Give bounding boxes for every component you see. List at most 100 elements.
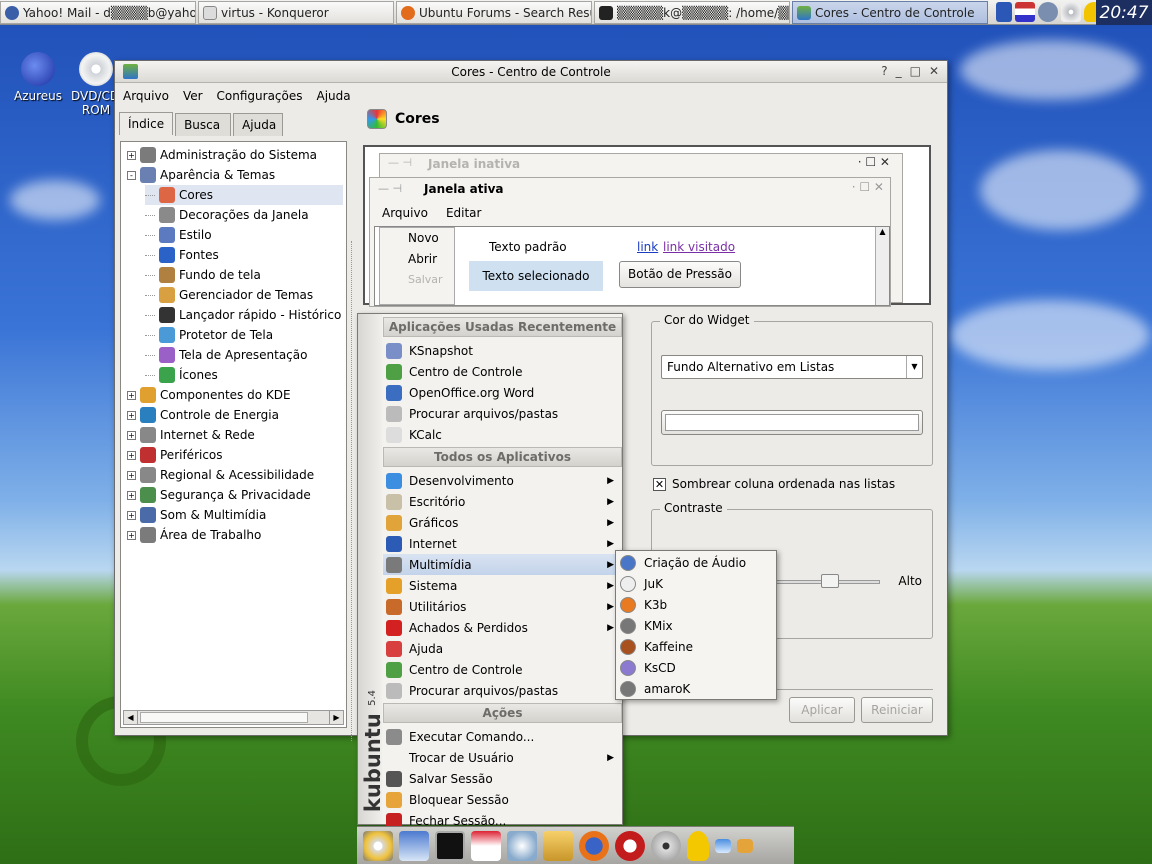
submenu-item[interactable]: amaroK xyxy=(616,678,776,699)
collapse-icon[interactable]: - xyxy=(127,170,136,180)
clock[interactable]: 20:47 xyxy=(1096,0,1152,25)
expand-icon[interactable]: + xyxy=(127,390,136,400)
tab-busca[interactable]: Busca xyxy=(175,113,232,136)
menu-item[interactable]: OpenOffice.org Word xyxy=(383,382,622,403)
tree-item[interactable]: + Internet & Rede xyxy=(127,425,343,445)
terminal-icon[interactable] xyxy=(435,830,465,861)
menu-configuracoes[interactable]: Configurações xyxy=(217,89,303,103)
submenu-item[interactable]: KsCD xyxy=(616,657,776,678)
user-icon[interactable] xyxy=(687,830,709,861)
minimize-button[interactable]: _ xyxy=(896,64,902,78)
task-terminal[interactable]: ▒▒▒▒▒k@▒▒▒▒▒: /home/▒▒▒▒▒ - S xyxy=(594,1,790,24)
help-button[interactable]: ? xyxy=(881,64,887,78)
expand-icon[interactable]: + xyxy=(127,530,136,540)
tree-item[interactable]: + Som & Multimídia xyxy=(127,505,343,525)
color-preview[interactable]: — ⊣ Janela inativa · ☐ ✕ — ⊣ Janela ativ… xyxy=(363,145,931,307)
window-icon[interactable] xyxy=(715,838,731,853)
shade-sorted-column-checkbox[interactable]: ✕ Sombrear coluna ordenada nas listas xyxy=(653,477,895,491)
vertical-scrollbar[interactable]: ▲ xyxy=(875,227,889,305)
slider-handle[interactable] xyxy=(821,574,839,588)
desktop-icon-azureus[interactable]: Azureus xyxy=(8,52,68,103)
menu-item[interactable]: Achados & Perdidos ▶ xyxy=(383,617,622,638)
widget-color-select[interactable]: Fundo Alternativo em Listas ▼ xyxy=(661,355,923,379)
horizontal-scrollbar[interactable]: ◀ ▶ xyxy=(123,710,344,725)
tree-item[interactable]: + Componentes do KDE xyxy=(127,385,343,405)
tree-item[interactable]: Tela de Apresentação xyxy=(145,345,343,365)
scroll-up-arrow[interactable]: ▲ xyxy=(876,227,889,236)
submenu-item[interactable]: K3b xyxy=(616,594,776,615)
menu-arquivo[interactable]: Arquivo xyxy=(123,89,169,103)
cd-icon[interactable] xyxy=(1061,2,1081,22)
tree-item[interactable]: Estilo xyxy=(145,225,343,245)
task-ubuntu-forums[interactable]: Ubuntu Forums - Search Results xyxy=(396,1,592,24)
menu-ver[interactable]: Ver xyxy=(183,89,203,103)
expand-icon[interactable]: + xyxy=(127,450,136,460)
task-yahoo-mail[interactable]: Yahoo! Mail - d▒▒▒▒b@yahoo.c xyxy=(0,1,196,24)
expand-icon[interactable]: + xyxy=(127,430,136,440)
expand-icon[interactable]: + xyxy=(127,470,136,480)
menu-item[interactable]: Ajuda xyxy=(383,638,622,659)
tree-item[interactable]: + Periféricos xyxy=(127,445,343,465)
expand-icon[interactable]: + xyxy=(127,510,136,520)
expand-icon[interactable]: + xyxy=(127,150,136,160)
submenu-item[interactable]: Criação de Áudio xyxy=(616,552,776,573)
tree-item[interactable]: Decorações da Janela xyxy=(145,205,343,225)
scroll-left-arrow[interactable]: ◀ xyxy=(124,711,138,724)
opera-icon[interactable] xyxy=(615,830,645,861)
menu-item[interactable]: Executar Comando... xyxy=(383,726,622,747)
flag-icon[interactable] xyxy=(1015,2,1035,22)
menu-ajuda[interactable]: Ajuda xyxy=(317,89,351,103)
color-swatch-button[interactable] xyxy=(661,410,923,435)
media-icon[interactable] xyxy=(507,830,537,861)
tree-item[interactable]: Ícones xyxy=(145,365,343,385)
expand-icon[interactable]: + xyxy=(127,490,136,500)
tree-item[interactable]: Cores xyxy=(145,185,343,205)
tree-item[interactable]: Protetor de Tela xyxy=(145,325,343,345)
tree-item[interactable]: Fontes xyxy=(145,245,343,265)
menu-item[interactable]: Sistema ▶ xyxy=(383,575,622,596)
show-desktop-icon[interactable] xyxy=(399,830,429,861)
folders-icon[interactable] xyxy=(543,830,573,861)
task-control-center[interactable]: Cores - Centro de Controle xyxy=(792,1,988,24)
menu-item[interactable]: Utilitários ▶ xyxy=(383,596,622,617)
tree-item[interactable]: + Administração do Sistema xyxy=(127,145,343,165)
kde-icon[interactable] xyxy=(996,2,1012,22)
network-icon[interactable] xyxy=(1038,2,1058,22)
splitter-handle[interactable] xyxy=(351,241,354,741)
tree-item[interactable]: + Área de Trabalho xyxy=(127,525,343,545)
apply-button[interactable]: Aplicar xyxy=(789,697,855,723)
menu-item[interactable]: Trocar de Usuário ▶ xyxy=(383,747,622,768)
kmenu-icon[interactable] xyxy=(363,830,393,861)
contrast-slider[interactable] xyxy=(770,574,880,588)
tab-indice[interactable]: Índice xyxy=(119,112,174,135)
submenu-item[interactable]: JuK xyxy=(616,573,776,594)
menu-item[interactable]: Salvar Sessão xyxy=(383,768,622,789)
scroll-thumb[interactable] xyxy=(140,712,308,723)
tree-item[interactable]: - Aparência & Temas xyxy=(127,165,343,185)
tree-item[interactable]: + Controle de Energia xyxy=(127,405,343,425)
tree-item[interactable]: Lançador rápido - Histórico xyxy=(145,305,343,325)
tree-item[interactable]: Gerenciador de Temas xyxy=(145,285,343,305)
close-button[interactable]: ✕ xyxy=(929,64,939,78)
menu-item[interactable]: KSnapshot xyxy=(383,340,622,361)
lock-icon[interactable] xyxy=(737,838,753,853)
tab-ajuda[interactable]: Ajuda xyxy=(233,113,284,136)
tree-item[interactable]: + Segurança & Privacidade xyxy=(127,485,343,505)
menu-item[interactable]: Centro de Controle xyxy=(383,659,622,680)
task-konqueror[interactable]: virtus - Konqueror xyxy=(198,1,394,24)
submenu-item[interactable]: Kaffeine xyxy=(616,636,776,657)
menu-item[interactable]: Bloquear Sessão xyxy=(383,789,622,810)
home-icon[interactable] xyxy=(471,830,501,861)
menu-item[interactable]: KCalc xyxy=(383,424,622,445)
menu-item[interactable]: Internet ▶ xyxy=(383,533,622,554)
menu-item[interactable]: Desenvolvimento ▶ xyxy=(383,470,622,491)
window-titlebar[interactable]: Cores - Centro de Controle ? _ □ ✕ xyxy=(115,61,947,83)
menu-item[interactable]: Procurar arquivos/pastas xyxy=(383,403,622,424)
menu-item[interactable]: Centro de Controle xyxy=(383,361,622,382)
expand-icon[interactable]: + xyxy=(127,410,136,420)
cd-player-icon[interactable] xyxy=(651,830,681,861)
menu-item[interactable]: Escritório ▶ xyxy=(383,491,622,512)
menu-item[interactable]: Multimídia ▶ xyxy=(383,554,622,575)
reset-button[interactable]: Reiniciar xyxy=(861,697,933,723)
tree-item[interactable]: + Regional & Acessibilidade xyxy=(127,465,343,485)
